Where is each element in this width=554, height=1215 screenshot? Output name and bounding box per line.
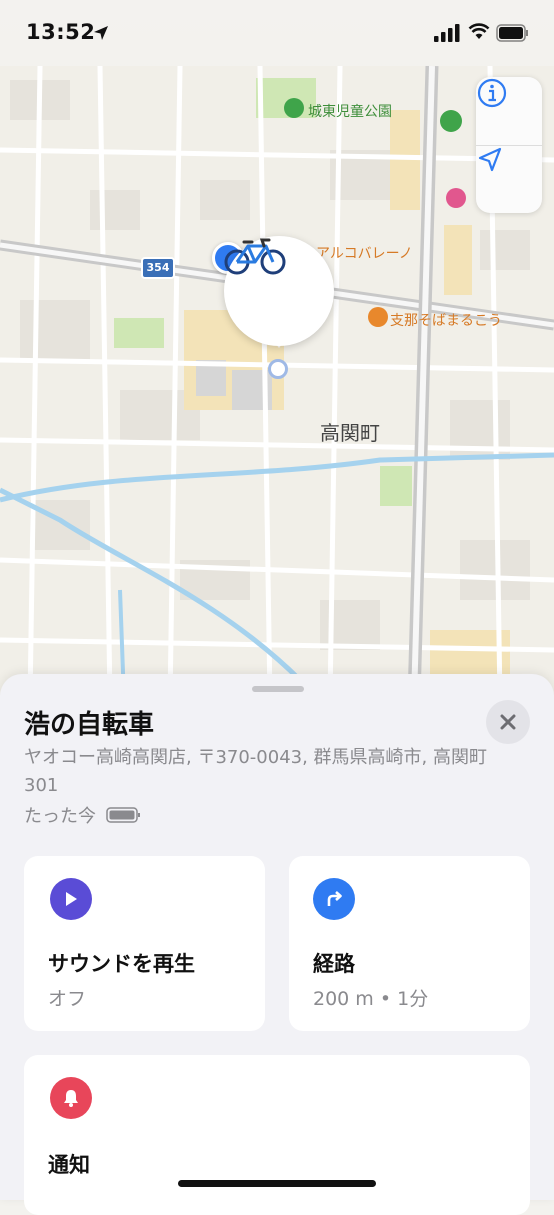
shop-poi-icon[interactable] [446, 188, 466, 208]
restaurant-poi-icon[interactable] [440, 110, 462, 132]
arco-label[interactable]: アルコバレーノ [316, 243, 413, 263]
wifi-icon [468, 23, 490, 39]
directions-title: 経路 [313, 952, 355, 976]
play-icon [50, 878, 92, 920]
notifications-card[interactable]: 通知 [24, 1055, 530, 1215]
status-bar: 13:52 [0, 0, 554, 66]
directions-distance: 200 m • 1分 [313, 988, 429, 1010]
soba-label[interactable]: 支那そばまるこう [390, 310, 502, 330]
map-controls [476, 77, 542, 213]
town-label: 高関町 [320, 421, 380, 445]
track-location-button[interactable] [476, 145, 542, 214]
play-sound-title: サウンドを再生 [48, 952, 195, 976]
battery-icon [496, 24, 528, 42]
directions-card[interactable]: 経路 200 m • 1分 [289, 856, 530, 1031]
close-icon [500, 714, 516, 730]
item-title: 浩の自転車 [24, 710, 155, 740]
close-button[interactable] [486, 700, 530, 744]
info-icon [477, 78, 507, 108]
play-sound-card[interactable]: サウンドを再生 オフ [24, 856, 265, 1031]
turn-right-icon [313, 878, 355, 920]
location-services-icon [94, 26, 108, 40]
last-updated-text: たった今 [24, 806, 96, 827]
last-updated: たった今 [24, 802, 142, 828]
route-shield: 354 [141, 257, 175, 279]
park-label[interactable]: 城東児童公園 [308, 101, 392, 121]
cellular-signal-icon [434, 24, 460, 42]
bell-icon [50, 1077, 92, 1119]
sheet-grabber[interactable] [252, 686, 304, 692]
play-sound-status: オフ [48, 988, 87, 1010]
item-address: ヤオコー高崎高関店, 〒370-0043, 群馬県高崎市, 高関町301 [24, 747, 487, 796]
noodle-poi-icon[interactable] [368, 307, 388, 327]
map-info-button[interactable] [476, 77, 542, 145]
home-indicator[interactable] [178, 1180, 376, 1187]
item-location-ring [268, 359, 288, 379]
bicycle-pin[interactable] [224, 236, 334, 346]
map-view[interactable]: 城東児童公園 アルコバレーノ 支那そばまるこう 高関町 354 [0, 0, 554, 700]
item-detail-sheet: 浩の自転車 ヤオコー高崎高関店, 〒370-0043, 群馬県高崎市, 高関町3… [0, 674, 554, 1215]
location-arrow-icon [478, 147, 502, 172]
item-battery-icon [106, 807, 140, 823]
park-poi-icon[interactable] [284, 98, 304, 118]
bicycle-icon [224, 238, 286, 275]
map-streets [0, 0, 554, 700]
notifications-title: 通知 [48, 1153, 90, 1177]
status-time: 13:52 [26, 20, 96, 44]
